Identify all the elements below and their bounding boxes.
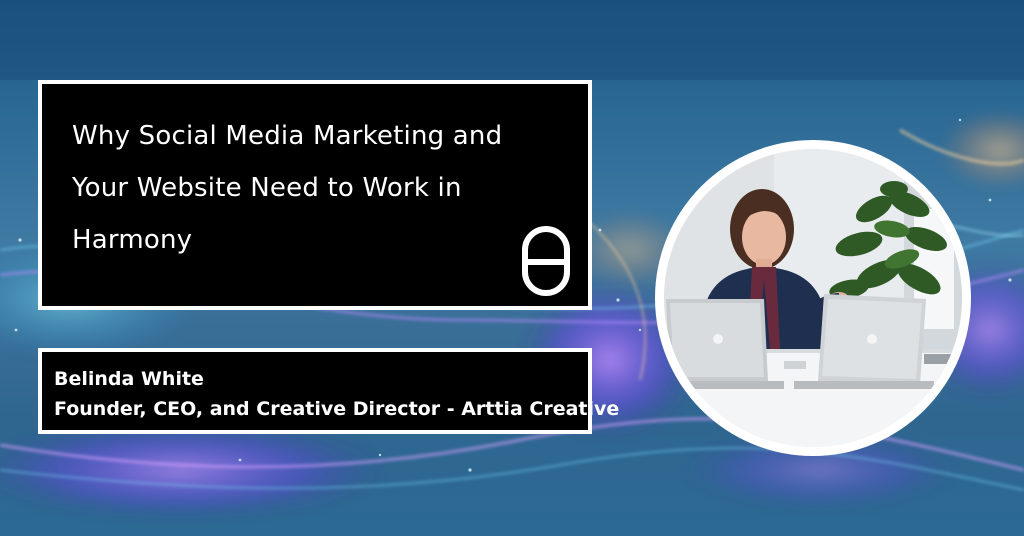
page-title: Why Social Media Marketing and Your Webs…	[72, 110, 532, 266]
title-line-2: Your Website Need to Work in	[72, 173, 462, 203]
author-photo	[664, 149, 962, 447]
title-line-3: Harmony	[72, 225, 193, 255]
author-panel: Belinda White Founder, CEO, and Creative…	[38, 348, 619, 434]
author-name: Belinda White	[54, 368, 204, 390]
author-role: Founder, CEO, and Creative Director - Ar…	[54, 398, 620, 420]
office-scene-illustration	[664, 149, 962, 447]
banner-canvas: Why Social Media Marketing and Your Webs…	[0, 0, 1024, 536]
brand-logo-icon	[522, 226, 570, 296]
title-line-1: Why Social Media Marketing and	[72, 121, 503, 151]
title-panel: Why Social Media Marketing and Your Webs…	[38, 80, 592, 310]
